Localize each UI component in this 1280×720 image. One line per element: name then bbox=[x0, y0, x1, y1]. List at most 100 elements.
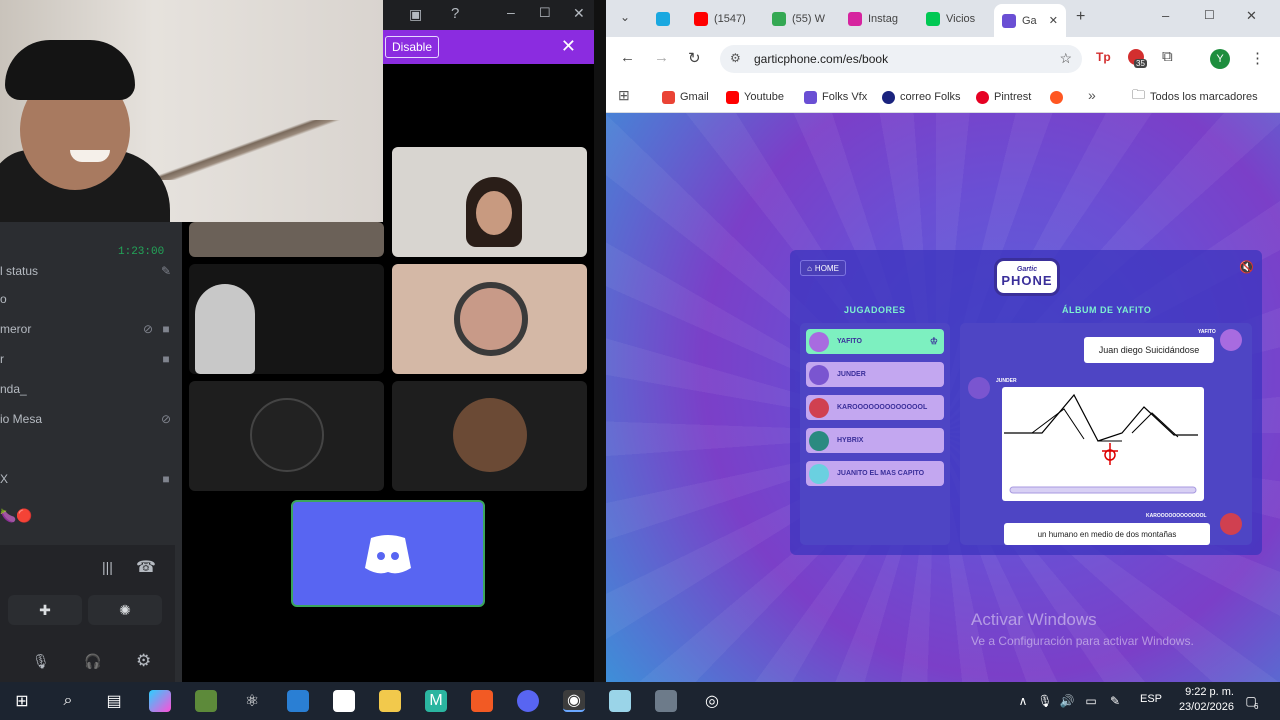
tab[interactable]: Instag bbox=[848, 6, 898, 32]
disable-button[interactable]: Disable bbox=[385, 36, 439, 58]
bookmark-correo[interactable]: correo Folks bbox=[882, 87, 961, 107]
chrome-taskbar-icon[interactable]: ◉ bbox=[563, 690, 585, 712]
reload-icon[interactable]: ↻ bbox=[688, 49, 701, 67]
site-info-icon[interactable]: ⚙ bbox=[730, 51, 741, 65]
activities-button[interactable]: ✚ bbox=[8, 595, 82, 625]
brave-icon[interactable] bbox=[471, 690, 493, 712]
tab-search-icon[interactable]: ⌄ bbox=[620, 10, 630, 24]
tab-close-icon[interactable]: ✕ bbox=[1049, 14, 1058, 27]
youtube-icon bbox=[694, 12, 708, 26]
discord-logo-tile[interactable] bbox=[291, 500, 485, 607]
star-icon[interactable]: ☆ bbox=[1059, 50, 1072, 67]
bookmark-folks[interactable]: Folks Vfx bbox=[804, 87, 867, 107]
menu-icon[interactable]: ⋮ bbox=[1250, 49, 1265, 67]
player-item[interactable]: JUANITO EL MAS CAPITO bbox=[806, 461, 944, 486]
voice-user[interactable]: X ■ bbox=[0, 466, 175, 492]
maximize-icon[interactable]: ☐ bbox=[1204, 8, 1215, 22]
chevron-up-icon[interactable]: ∧ bbox=[1012, 690, 1034, 712]
headphones-icon[interactable]: 🎧 bbox=[84, 653, 101, 670]
close-icon[interactable]: ✕ bbox=[1246, 8, 1257, 24]
tab-active[interactable]: Ga ✕ bbox=[994, 4, 1066, 37]
settings-gear-icon[interactable]: ⚙ bbox=[136, 651, 151, 671]
store-icon[interactable] bbox=[287, 690, 309, 712]
minimize-icon[interactable]: – bbox=[1162, 8, 1169, 23]
activate-windows-title: Activar Windows bbox=[971, 610, 1097, 629]
voice-user[interactable]: nda_ bbox=[0, 376, 175, 402]
video-tile[interactable] bbox=[392, 147, 587, 257]
file-icon[interactable] bbox=[333, 690, 355, 712]
tab[interactable]: Vicios bbox=[926, 6, 975, 32]
extensions-puzzle-icon[interactable]: ⧉ bbox=[1162, 48, 1173, 65]
close-icon[interactable]: ✕ bbox=[573, 5, 585, 22]
video-tile[interactable] bbox=[189, 264, 384, 374]
mute-icon[interactable]: 🔇 bbox=[1239, 260, 1254, 274]
close-icon[interactable]: ✕ bbox=[561, 36, 576, 57]
minecraft-icon[interactable] bbox=[195, 690, 217, 712]
task-view-icon[interactable]: ▤ bbox=[103, 690, 125, 712]
obs-icon[interactable]: ◎ bbox=[701, 690, 723, 712]
soundboard-icon: ✺ bbox=[119, 601, 131, 618]
copilot-icon[interactable] bbox=[149, 690, 171, 712]
video-tile[interactable] bbox=[392, 264, 587, 374]
back-icon[interactable]: ← bbox=[620, 49, 635, 66]
extension-icon[interactable]: Tp bbox=[1096, 50, 1111, 64]
language-indicator[interactable]: ESP bbox=[1140, 693, 1162, 705]
address-bar[interactable]: ⚙ garticphone.com/es/book ☆ bbox=[720, 45, 1082, 73]
player-avatar bbox=[809, 463, 829, 484]
home-button[interactable]: ⌂ HOME bbox=[800, 260, 846, 276]
tab[interactable]: (1547) bbox=[694, 6, 746, 32]
video-tile[interactable] bbox=[392, 381, 587, 491]
clock[interactable]: 9:22 p. m. 23/02/2026 bbox=[1179, 685, 1234, 715]
network-icon[interactable]: ▭ bbox=[1080, 690, 1102, 712]
mic-icon[interactable]: 🎙 bbox=[1034, 690, 1056, 712]
bookmark-pinterest[interactable]: Pintrest bbox=[976, 87, 1031, 107]
apps-icon[interactable]: ⊞ bbox=[618, 87, 630, 104]
bookmark-other[interactable] bbox=[1050, 87, 1063, 107]
bookmark-youtube[interactable]: Youtube bbox=[726, 87, 784, 107]
app-icon[interactable] bbox=[609, 690, 631, 712]
soundwave-icon[interactable]: ||| bbox=[102, 559, 113, 575]
folder-icon[interactable] bbox=[379, 690, 401, 712]
hangup-icon[interactable]: ☎ bbox=[136, 557, 156, 577]
inbox-icon[interactable]: ▣ bbox=[409, 6, 422, 23]
forward-icon[interactable]: → bbox=[654, 49, 669, 66]
bookmark-gmail[interactable]: Gmail bbox=[662, 87, 709, 107]
user-avatar bbox=[1220, 513, 1242, 535]
mic-icon[interactable]: 🎙 bbox=[32, 653, 50, 670]
status-row[interactable]: l status ✎ bbox=[0, 258, 175, 284]
tab[interactable]: (55) W bbox=[772, 6, 825, 32]
player-avatar bbox=[809, 430, 829, 451]
notifications-icon[interactable]: ▢ bbox=[1240, 690, 1262, 712]
tab[interactable] bbox=[656, 6, 676, 32]
player-item[interactable]: YAFITO ♔ bbox=[806, 329, 944, 354]
all-bookmarks[interactable]: 🗀 Todos los marcadores bbox=[1132, 87, 1258, 107]
search-icon[interactable]: ⌕ bbox=[57, 690, 79, 712]
pencil-icon: ✎ bbox=[160, 264, 172, 278]
voice-user[interactable]: r ■ bbox=[0, 346, 175, 372]
windows-start-icon[interactable]: ⊞ bbox=[11, 690, 33, 712]
player-item[interactable]: HYBRIX bbox=[806, 428, 944, 453]
calculator-icon[interactable] bbox=[655, 690, 677, 712]
voice-user[interactable]: io Mesa ⊘ bbox=[0, 406, 175, 432]
speaker-icon[interactable]: 🔊 bbox=[1056, 690, 1078, 712]
voice-user[interactable]: meror ⊘ ■ bbox=[0, 316, 175, 342]
player-item[interactable]: KAROOOOOOOOOOOOOL bbox=[806, 395, 944, 420]
video-tile[interactable] bbox=[189, 381, 384, 491]
browser-toolbar: ← → ↻ ⚙ garticphone.com/es/book ☆ Tp 35 … bbox=[606, 37, 1280, 80]
new-tab-icon[interactable]: + bbox=[1076, 8, 1085, 26]
maximize-icon[interactable]: ☐ bbox=[539, 5, 551, 21]
app-m-icon[interactable]: M bbox=[425, 690, 447, 712]
help-icon[interactable]: ? bbox=[451, 5, 459, 22]
more-bookmarks-icon[interactable]: » bbox=[1088, 87, 1096, 103]
pen-icon[interactable]: ✎ bbox=[1104, 690, 1126, 712]
discord-taskbar-icon[interactable] bbox=[517, 690, 539, 712]
player-item[interactable]: JUNDER bbox=[806, 362, 944, 387]
react-icon[interactable]: ⚛ bbox=[241, 690, 263, 712]
soundboard-button[interactable]: ✺ bbox=[88, 595, 162, 625]
camera-icon: ■ bbox=[162, 472, 170, 486]
profile-avatar[interactable]: Y bbox=[1210, 49, 1230, 69]
video-tile[interactable] bbox=[189, 222, 384, 257]
emoji-status: 🍆🔴 bbox=[0, 508, 33, 523]
voice-user[interactable]: o bbox=[0, 286, 175, 312]
minimize-icon[interactable]: – bbox=[507, 4, 515, 20]
